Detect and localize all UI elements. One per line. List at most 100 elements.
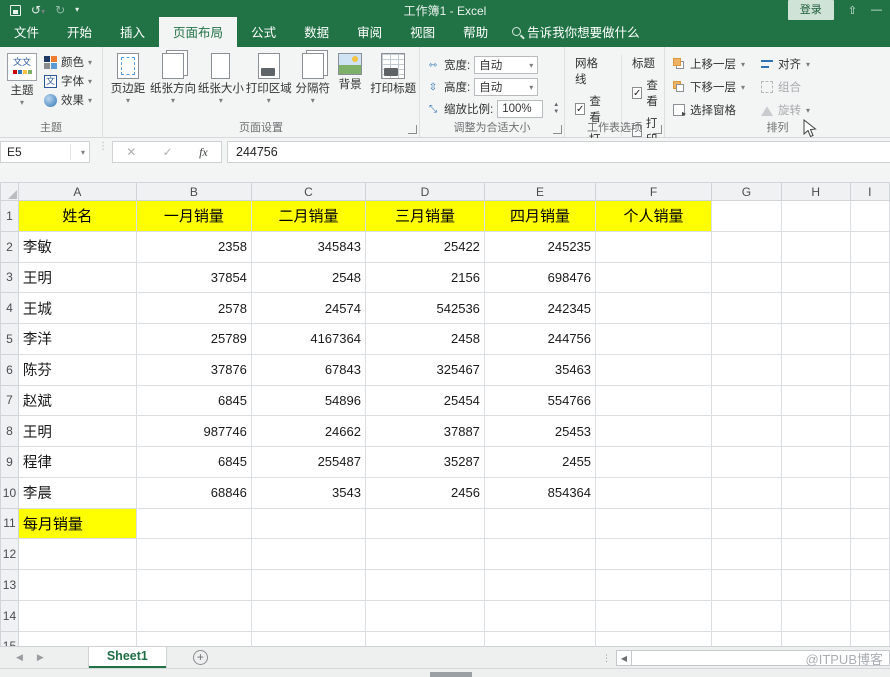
cell-D13[interactable] bbox=[365, 570, 484, 601]
cell-F3[interactable] bbox=[596, 262, 712, 293]
cell-C1[interactable]: 二月销量 bbox=[251, 201, 365, 232]
cell-C7[interactable]: 54896 bbox=[251, 385, 365, 416]
cell-E4[interactable]: 242345 bbox=[484, 293, 595, 324]
tab-insert[interactable]: 插入 bbox=[106, 17, 159, 47]
cell-F13[interactable] bbox=[596, 570, 712, 601]
cell-G14[interactable] bbox=[712, 600, 782, 631]
cell-G1[interactable] bbox=[712, 201, 782, 232]
cell-E2[interactable]: 245235 bbox=[484, 231, 595, 262]
cell-C13[interactable] bbox=[251, 570, 365, 601]
tab-review[interactable]: 审阅 bbox=[343, 17, 396, 47]
cell-A14[interactable] bbox=[18, 600, 136, 631]
minimize-icon[interactable]: — bbox=[871, 4, 882, 16]
cell-A13[interactable] bbox=[18, 570, 136, 601]
align-button[interactable]: 对齐▾ bbox=[761, 56, 810, 72]
cell-B7[interactable]: 6845 bbox=[136, 385, 251, 416]
cell-I8[interactable] bbox=[850, 416, 889, 447]
cell-D11[interactable] bbox=[365, 508, 484, 539]
cell-G5[interactable] bbox=[712, 324, 782, 355]
selection-pane-button[interactable]: 选择窗格 bbox=[673, 102, 745, 118]
column-header-I[interactable]: I bbox=[850, 183, 889, 201]
cell-B15[interactable] bbox=[136, 631, 251, 646]
cell-G15[interactable] bbox=[712, 631, 782, 646]
scale-input[interactable]: 100% bbox=[497, 100, 543, 118]
formula-bar-splitter[interactable]: ⋮ bbox=[98, 145, 108, 149]
margins-button[interactable]: 页边距▾ bbox=[107, 47, 149, 105]
column-header-G[interactable]: G bbox=[712, 183, 782, 201]
cell-H3[interactable] bbox=[781, 262, 850, 293]
cell-H4[interactable] bbox=[781, 293, 850, 324]
row-header-15[interactable]: 15 bbox=[1, 631, 19, 646]
row-header-2[interactable]: 2 bbox=[1, 231, 19, 262]
cell-C2[interactable]: 345843 bbox=[251, 231, 365, 262]
cell-F5[interactable] bbox=[596, 324, 712, 355]
orientation-button[interactable]: 纸张方向▾ bbox=[149, 47, 197, 105]
new-sheet-button[interactable]: + bbox=[193, 650, 208, 665]
cell-E1[interactable]: 四月销量 bbox=[484, 201, 595, 232]
cell-B11[interactable] bbox=[136, 508, 251, 539]
next-sheet-icon[interactable]: ▶ bbox=[37, 652, 44, 663]
cell-G6[interactable] bbox=[712, 354, 782, 385]
row-header-9[interactable]: 9 bbox=[1, 447, 19, 478]
cell-H5[interactable] bbox=[781, 324, 850, 355]
cell-G2[interactable] bbox=[712, 231, 782, 262]
column-header-H[interactable]: H bbox=[781, 183, 850, 201]
cell-H2[interactable] bbox=[781, 231, 850, 262]
cell-F7[interactable] bbox=[596, 385, 712, 416]
cell-E5[interactable]: 244756 bbox=[484, 324, 595, 355]
cell-I11[interactable] bbox=[850, 508, 889, 539]
share-icon[interactable]: ⇧ bbox=[848, 4, 857, 17]
tab-file[interactable]: 文件 bbox=[0, 17, 53, 47]
cell-A11[interactable]: 每月销量 bbox=[18, 508, 136, 539]
cell-C12[interactable] bbox=[251, 539, 365, 570]
tab-home[interactable]: 开始 bbox=[53, 17, 106, 47]
row-header-11[interactable]: 11 bbox=[1, 508, 19, 539]
formula-input[interactable]: 244756 bbox=[227, 141, 890, 163]
cell-D4[interactable]: 542536 bbox=[365, 293, 484, 324]
column-header-A[interactable]: A bbox=[18, 183, 136, 201]
cell-D8[interactable]: 37887 bbox=[365, 416, 484, 447]
name-box-dropdown-icon[interactable]: ▾ bbox=[81, 148, 85, 157]
cell-I12[interactable] bbox=[850, 539, 889, 570]
cell-F10[interactable] bbox=[596, 477, 712, 508]
cell-I3[interactable] bbox=[850, 262, 889, 293]
cell-D10[interactable]: 2456 bbox=[365, 477, 484, 508]
print-titles-button[interactable]: 打印标题 bbox=[367, 47, 419, 105]
cell-A8[interactable]: 王明 bbox=[18, 416, 136, 447]
cell-A10[interactable]: 李晨 bbox=[18, 477, 136, 508]
cell-H10[interactable] bbox=[781, 477, 850, 508]
cell-C9[interactable]: 255487 bbox=[251, 447, 365, 478]
column-header-F[interactable]: F bbox=[596, 183, 712, 201]
cell-E6[interactable]: 35463 bbox=[484, 354, 595, 385]
name-box[interactable]: E5 ▾ bbox=[0, 141, 90, 163]
row-header-5[interactable]: 5 bbox=[1, 324, 19, 355]
cell-A3[interactable]: 王明 bbox=[18, 262, 136, 293]
row-header-6[interactable]: 6 bbox=[1, 354, 19, 385]
breaks-button[interactable]: 分隔符▾ bbox=[293, 47, 333, 105]
cell-F1[interactable]: 个人销量 bbox=[596, 201, 712, 232]
height-dropdown[interactable]: 自动▾ bbox=[474, 78, 538, 96]
cell-G8[interactable] bbox=[712, 416, 782, 447]
cell-D1[interactable]: 三月销量 bbox=[365, 201, 484, 232]
cell-B13[interactable] bbox=[136, 570, 251, 601]
cell-H1[interactable] bbox=[781, 201, 850, 232]
cell-C3[interactable]: 2548 bbox=[251, 262, 365, 293]
cell-E9[interactable]: 2455 bbox=[484, 447, 595, 478]
cell-E10[interactable]: 854364 bbox=[484, 477, 595, 508]
cell-B8[interactable]: 987746 bbox=[136, 416, 251, 447]
cell-C14[interactable] bbox=[251, 600, 365, 631]
cell-G12[interactable] bbox=[712, 539, 782, 570]
cell-F4[interactable] bbox=[596, 293, 712, 324]
cell-C8[interactable]: 24662 bbox=[251, 416, 365, 447]
tab-view[interactable]: 视图 bbox=[396, 17, 449, 47]
cell-D14[interactable] bbox=[365, 600, 484, 631]
cell-H15[interactable] bbox=[781, 631, 850, 646]
cell-H14[interactable] bbox=[781, 600, 850, 631]
scale-spinner[interactable]: ▲▼ bbox=[553, 102, 559, 115]
cell-F14[interactable] bbox=[596, 600, 712, 631]
insert-function-icon[interactable]: fx bbox=[199, 145, 208, 160]
row-header-7[interactable]: 7 bbox=[1, 385, 19, 416]
cell-B2[interactable]: 2358 bbox=[136, 231, 251, 262]
cell-I7[interactable] bbox=[850, 385, 889, 416]
cell-G11[interactable] bbox=[712, 508, 782, 539]
